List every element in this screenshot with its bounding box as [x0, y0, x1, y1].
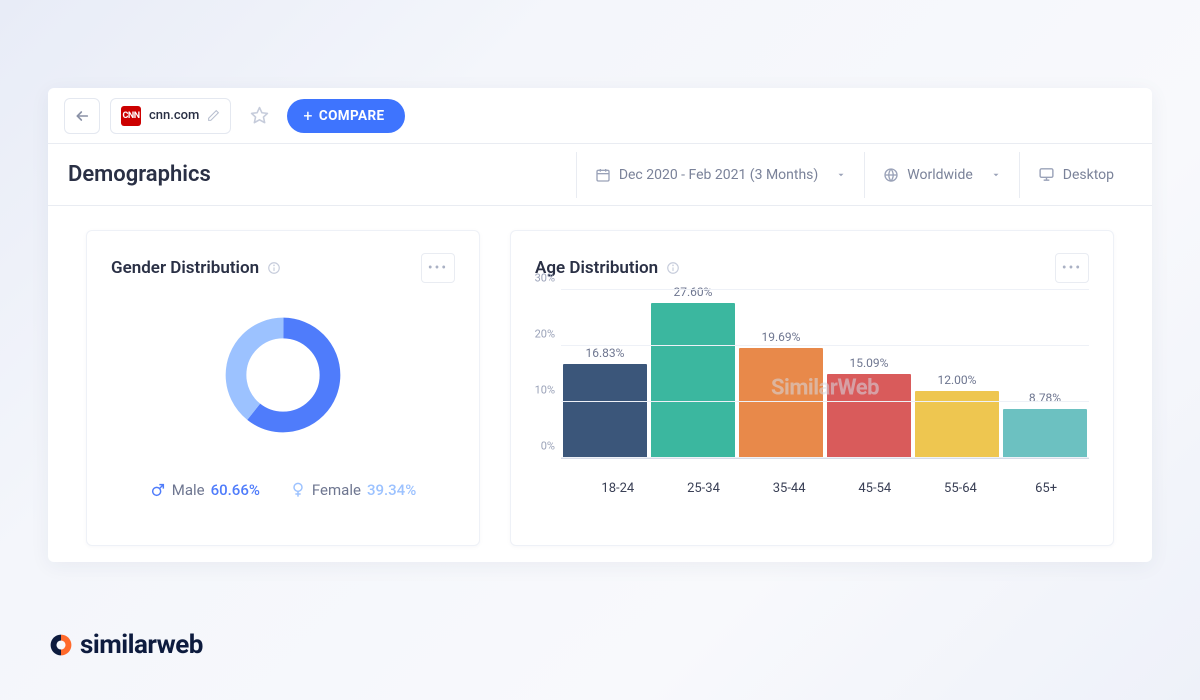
card-age-distribution: Age Distribution ••• 0%10%20%30% Similar… [510, 230, 1114, 546]
card-header: Gender Distribution ••• [111, 253, 455, 283]
grid-line [561, 345, 1089, 346]
bar-column: 12.00% [915, 373, 999, 458]
x-tick-label: 65+ [1004, 481, 1088, 496]
bar-rect [1003, 409, 1087, 458]
bar-rect [739, 348, 823, 458]
grid-line [561, 401, 1089, 402]
gender-donut-chart [111, 289, 455, 461]
chevron-down-icon [991, 170, 1001, 180]
card-more-button[interactable]: ••• [1055, 253, 1089, 283]
ellipsis-icon: ••• [428, 260, 448, 276]
card-header: Age Distribution ••• [535, 253, 1089, 283]
bar-column: 19.69% [739, 330, 823, 458]
grid-line [561, 289, 1089, 290]
brand-footer: similarweb [48, 630, 203, 660]
bar-column: 27.60% [651, 285, 735, 458]
age-bar-chart: 0%10%20%30% SimilarWeb 16.83%27.60%19.69… [535, 291, 1089, 473]
site-chip[interactable]: CNN cnn.com [110, 98, 231, 134]
bar-value-label: 27.60% [674, 285, 713, 299]
star-icon [250, 106, 269, 125]
card-title-text: Gender Distribution [111, 258, 259, 278]
bar-value-label: 16.83% [586, 346, 625, 360]
x-tick-label: 45-54 [833, 481, 917, 496]
y-axis: 0%10%20%30% [535, 291, 561, 459]
legend-male-value: 60.66% [211, 481, 260, 499]
legend-male: Male 60.66% [150, 481, 260, 499]
legend-male-label: Male [172, 481, 205, 499]
bar-column: 15.09% [827, 356, 911, 459]
chevron-down-icon [836, 170, 846, 180]
grid-line [561, 457, 1089, 458]
male-icon [150, 482, 166, 498]
y-tick-label: 30% [535, 272, 555, 285]
bar-rect [563, 364, 647, 458]
bar-rect [827, 374, 911, 459]
card-title: Gender Distribution [111, 258, 281, 278]
back-button[interactable] [64, 98, 100, 134]
compare-label: COMPARE [319, 108, 385, 124]
app-window: CNN cnn.com + COMPARE Demographics Dec 2… [48, 88, 1152, 562]
plus-icon: + [303, 108, 312, 124]
filters: Dec 2020 - Feb 2021 (3 Months) Worldwide… [576, 152, 1132, 198]
x-tick-label: 55-64 [918, 481, 1002, 496]
globe-icon [883, 167, 899, 183]
filter-date-label: Dec 2020 - Feb 2021 (3 Months) [619, 167, 818, 183]
desktop-icon [1038, 166, 1055, 183]
brand-logo-icon [48, 632, 74, 658]
legend-female-value: 39.34% [367, 481, 416, 499]
subheader: Demographics Dec 2020 - Feb 2021 (3 Mont… [48, 144, 1152, 206]
bar-value-label: 8.78% [1029, 391, 1061, 405]
page-title: Demographics [68, 162, 211, 187]
filter-device-label: Desktop [1063, 167, 1114, 183]
favorite-button[interactable] [241, 98, 277, 134]
y-tick-label: 10% [535, 384, 555, 397]
edit-icon[interactable] [207, 109, 220, 122]
bar-value-label: 12.00% [938, 373, 977, 387]
gender-legend: Male 60.66% Female 39.34% [111, 481, 455, 499]
info-icon[interactable] [666, 261, 680, 275]
x-tick-label: 35-44 [747, 481, 831, 496]
header-bar: CNN cnn.com + COMPARE [48, 88, 1152, 144]
chart-plot: SimilarWeb 16.83%27.60%19.69%15.09%12.00… [561, 291, 1089, 459]
bar-rect [651, 303, 735, 458]
card-gender-distribution: Gender Distribution ••• Male 60.66% [86, 230, 480, 546]
x-axis: 18-2425-3435-4445-5455-6465+ [535, 473, 1089, 496]
x-tick-label: 18-24 [576, 481, 660, 496]
bar-value-label: 19.69% [762, 330, 801, 344]
site-name: cnn.com [149, 108, 199, 123]
arrow-left-icon [74, 108, 90, 124]
filter-region-label: Worldwide [907, 167, 972, 183]
female-icon [290, 482, 306, 498]
compare-button[interactable]: + COMPARE [287, 99, 404, 133]
info-icon[interactable] [267, 261, 281, 275]
legend-female-label: Female [312, 481, 361, 499]
filter-date-range[interactable]: Dec 2020 - Feb 2021 (3 Months) [576, 152, 864, 198]
site-favicon: CNN [121, 106, 141, 126]
x-tick-label: 25-34 [661, 481, 745, 496]
y-tick-label: 0% [541, 440, 555, 453]
card-title: Age Distribution [535, 258, 680, 278]
y-tick-label: 20% [535, 328, 555, 341]
brand-name: similarweb [80, 630, 203, 660]
legend-female: Female 39.34% [290, 481, 416, 499]
filter-device[interactable]: Desktop [1019, 152, 1132, 198]
donut-svg [221, 313, 345, 437]
content: Gender Distribution ••• Male 60.66% [48, 206, 1152, 546]
calendar-icon [595, 167, 611, 183]
card-more-button[interactable]: ••• [421, 253, 455, 283]
ellipsis-icon: ••• [1062, 260, 1082, 276]
bar-value-label: 15.09% [850, 356, 889, 370]
filter-region[interactable]: Worldwide [864, 152, 1018, 198]
